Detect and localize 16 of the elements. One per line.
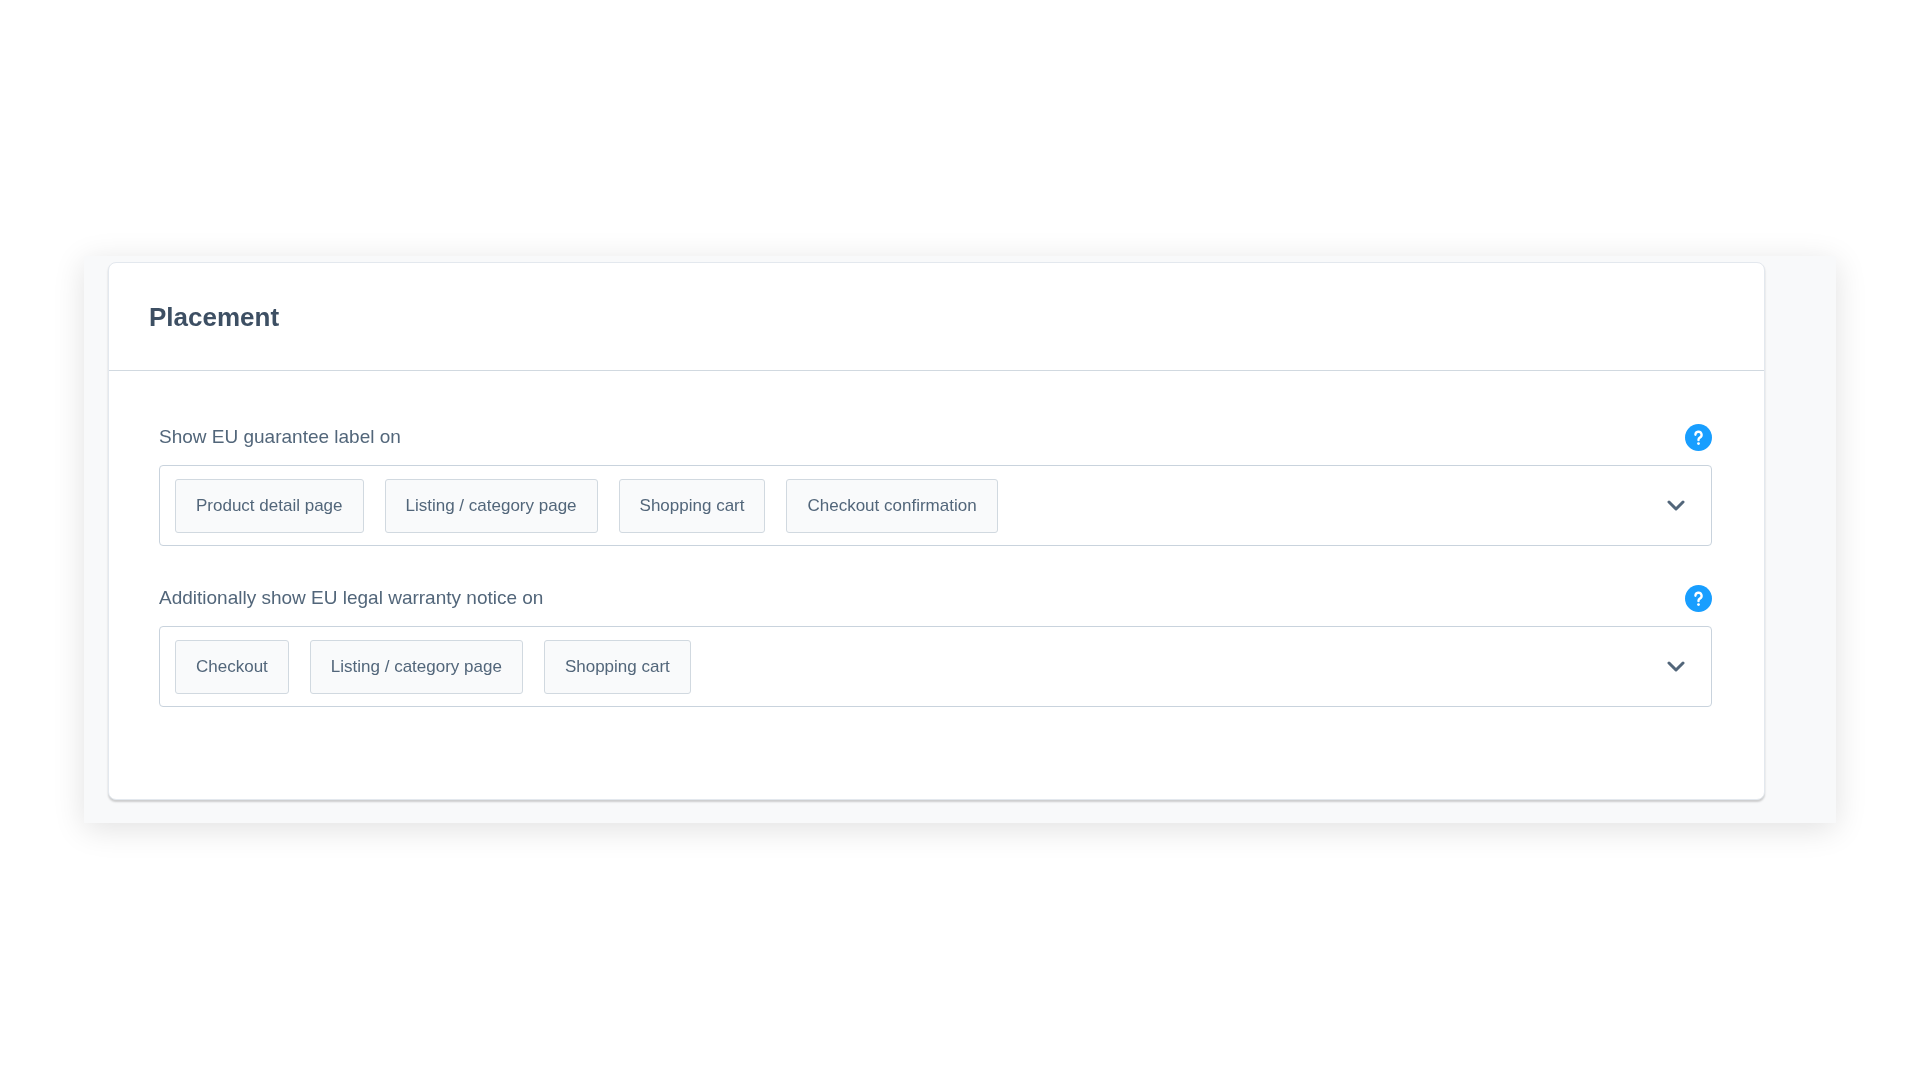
selected-tag[interactable]: Checkout confirmation [786,478,998,533]
selected-tag[interactable]: Listing / category page [384,478,598,533]
selected-tag[interactable]: Shopping cart [543,639,691,694]
selected-tag[interactable]: Shopping cart [618,478,766,533]
selected-tag[interactable]: Product detail page [175,478,364,533]
chevron-down-icon [1667,500,1685,511]
selected-tag[interactable]: Checkout [175,639,289,694]
help-icon[interactable] [1685,423,1712,451]
field-label: Show EU guarantee label on [159,425,401,449]
chevron-down-icon [1667,661,1685,672]
field-label: Additionally show EU legal warranty notice on [159,586,544,610]
selected-tag[interactable]: Listing / category page [309,639,523,694]
help-icon[interactable] [1685,584,1712,612]
multi-select-field[interactable]: Checkout Listing / category page Shopping cart [159,626,1712,707]
card-title: Placement [149,300,280,333]
multi-select-field[interactable]: Product detail page Listing / category page Shopping cart Checkout confirmation [159,465,1712,546]
